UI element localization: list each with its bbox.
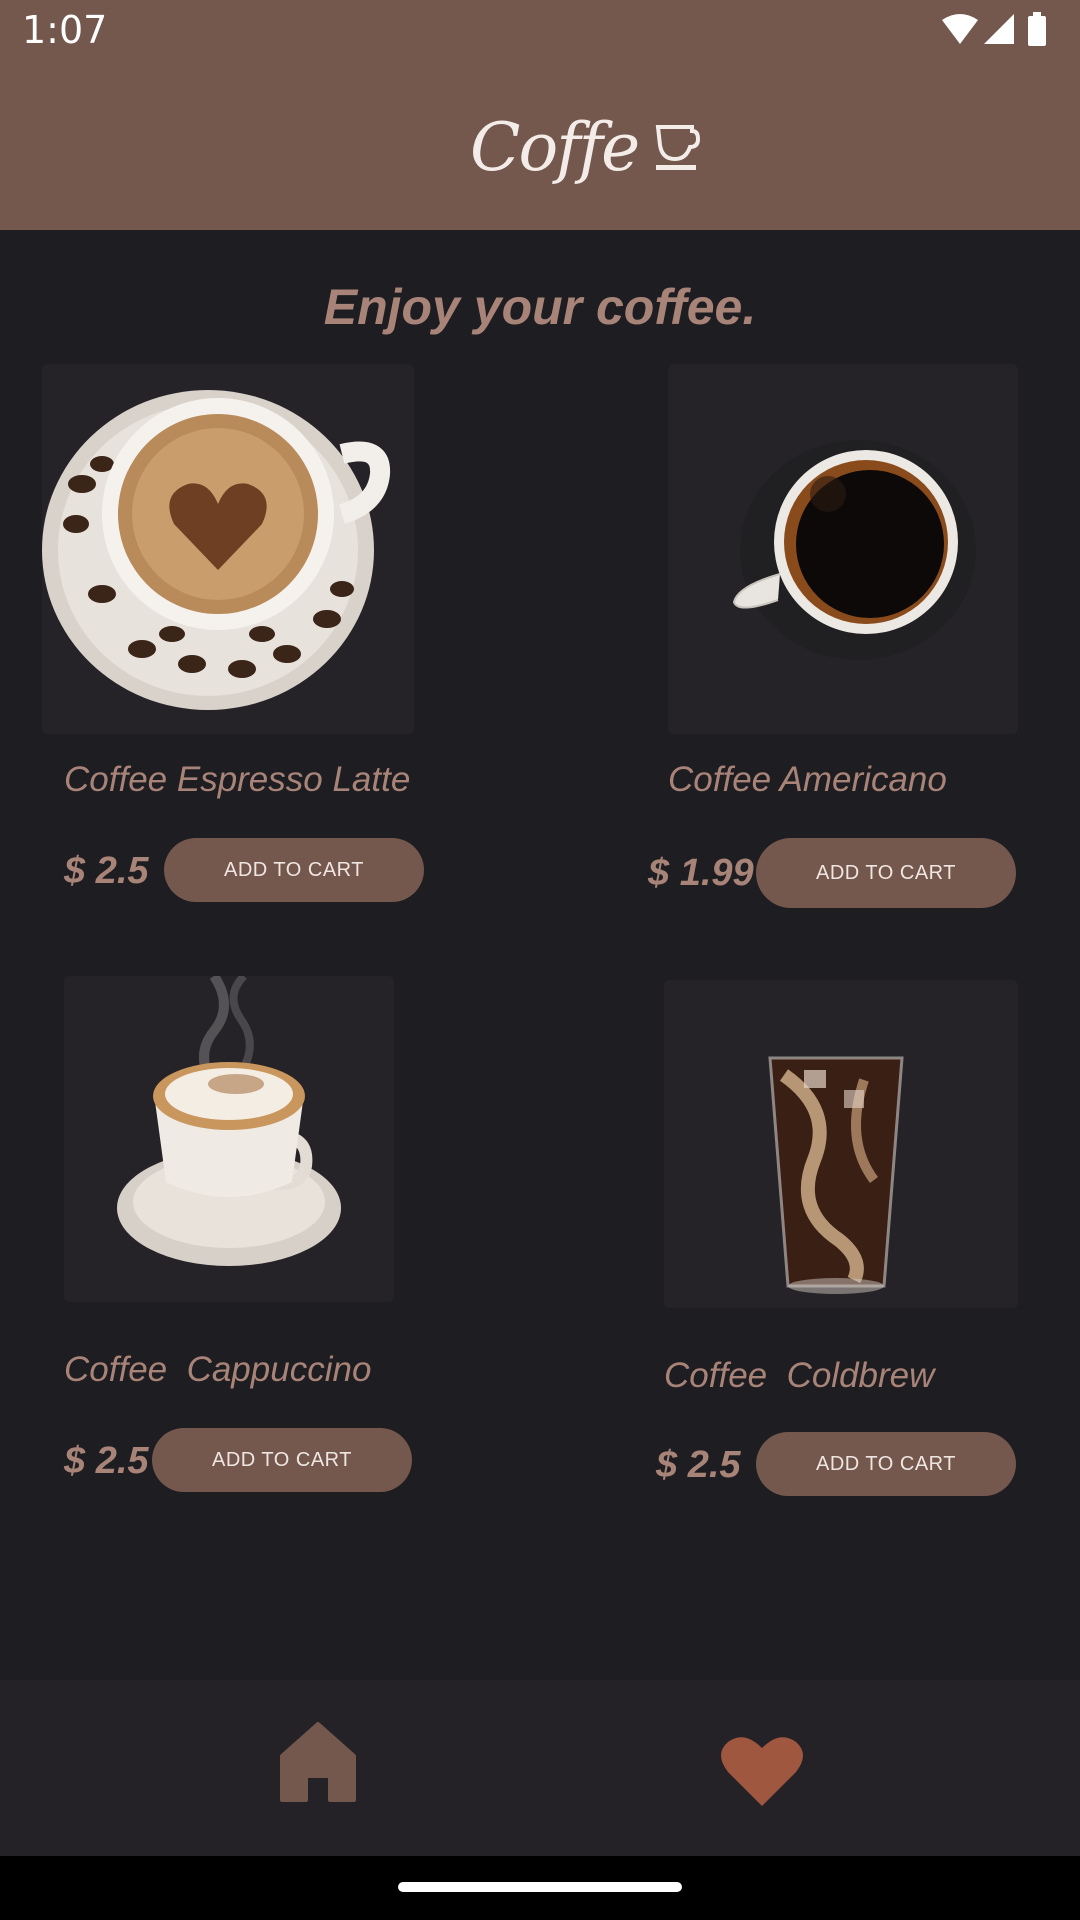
nav-home[interactable] xyxy=(280,1722,356,1807)
status-icons xyxy=(942,12,1046,46)
product-name: Coffee Cappuccino xyxy=(64,1350,372,1389)
add-to-cart-button[interactable]: ADD TO CART xyxy=(152,1428,412,1492)
add-to-cart-button[interactable]: ADD TO CART xyxy=(164,838,424,902)
product-image-coldbrew[interactable] xyxy=(664,980,1018,1308)
product-price: $ 2.5 xyxy=(64,1440,149,1482)
app-bar: Coffe xyxy=(0,62,1080,230)
product-name: Coffee Espresso Latte xyxy=(64,760,411,799)
logo: Coffe xyxy=(470,102,702,192)
wifi-icon xyxy=(942,14,978,44)
heart-icon xyxy=(721,1737,803,1806)
product-price: $ 2.5 xyxy=(656,1444,741,1486)
logo-text: Coffe xyxy=(470,108,640,186)
product-price: $ 1.99 xyxy=(648,852,754,894)
coffee-cup-icon xyxy=(655,125,701,170)
gesture-bar xyxy=(0,1856,1080,1920)
product-image-americano[interactable] xyxy=(668,364,1018,734)
signal-icon xyxy=(984,14,1014,44)
page-headline: Enjoy your coffee. xyxy=(323,279,757,335)
home-gesture-pill[interactable] xyxy=(398,1882,682,1892)
bottom-nav xyxy=(0,1680,1080,1856)
product-image-espresso-latte[interactable] xyxy=(42,364,414,734)
status-bar: 1:07 xyxy=(0,0,1080,62)
product-name: Coffee Americano xyxy=(668,760,947,799)
add-to-cart-button[interactable]: ADD TO CART xyxy=(756,838,1016,908)
product-image-cappuccino[interactable] xyxy=(64,976,394,1302)
home-icon xyxy=(280,1722,356,1802)
product-price: $ 2.5 xyxy=(64,850,149,892)
add-to-cart-button[interactable]: ADD TO CART xyxy=(756,1432,1016,1496)
product-name: Coffee Coldbrew xyxy=(664,1356,935,1395)
nav-favorites[interactable] xyxy=(720,1734,804,1811)
status-time: 1:07 xyxy=(22,8,108,52)
battery-icon xyxy=(1028,16,1046,46)
